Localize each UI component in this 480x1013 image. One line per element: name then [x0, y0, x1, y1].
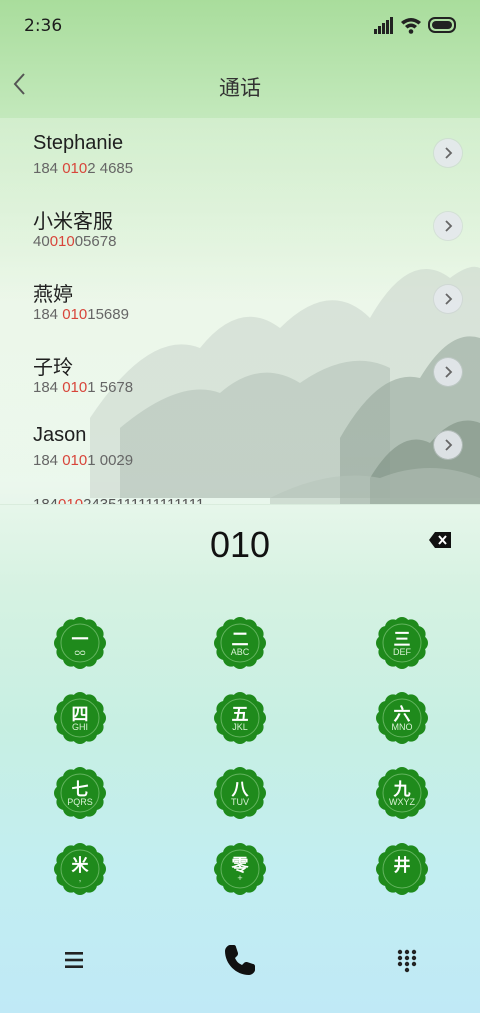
- chevron-right-icon: [445, 220, 453, 232]
- contact-row[interactable]: 燕婷 184 01015689: [0, 264, 480, 336]
- key-5-button[interactable]: 五 JKL: [214, 692, 266, 744]
- contact-row[interactable]: Jason 184 0101 0029: [0, 410, 480, 482]
- chevron-right-icon: [445, 439, 453, 451]
- key-hash-button[interactable]: 井: [376, 843, 428, 895]
- key-letters: WXYZ: [389, 797, 415, 807]
- key-6-button[interactable]: 六 MNO: [376, 692, 428, 744]
- key-char: 井: [393, 856, 411, 876]
- contact-detail-button[interactable]: [434, 285, 462, 313]
- contact-detail-button[interactable]: [434, 358, 462, 386]
- contact-name: 小米客服: [33, 211, 113, 233]
- key-letters: ABC: [230, 647, 250, 657]
- contact-number: 184 01015689: [33, 306, 129, 323]
- contact-row[interactable]: 小米客服 4001005678: [0, 191, 480, 263]
- contact-detail-button[interactable]: [434, 139, 462, 167]
- backspace-icon[interactable]: [428, 531, 452, 549]
- page-title: 通话: [219, 76, 261, 100]
- signal-icon: [374, 17, 393, 34]
- battery-icon: [428, 17, 456, 33]
- divider: [0, 504, 480, 505]
- wifi-icon: [401, 18, 421, 34]
- status-time: 2:36: [24, 16, 63, 36]
- contact-name: 燕婷: [33, 284, 73, 306]
- chevron-right-icon: [445, 293, 453, 305]
- chevron-right-icon: [445, 147, 453, 159]
- key-letters: GHI: [71, 722, 88, 732]
- dialed-number: 010: [209, 524, 271, 565]
- dialpad-icon[interactable]: [396, 948, 418, 974]
- contact-detail-button[interactable]: [434, 212, 462, 240]
- contact-name: Jason: [33, 424, 87, 446]
- contact-row[interactable]: Stephanie 184 0102 4685: [0, 118, 480, 190]
- key-7-button[interactable]: 七 PQRS: [54, 767, 106, 819]
- key-letters: DEF: [393, 647, 411, 657]
- key-letters: MNO: [391, 722, 413, 732]
- key-0-button[interactable]: 零 +: [214, 843, 266, 895]
- status-bar: 2:36: [0, 0, 480, 52]
- contact-number: 184 0101 5678: [33, 379, 134, 396]
- key-letters: ᴑᴑ: [74, 647, 86, 657]
- contact-number-partial[interactable]: 1840102435111111111111: [33, 496, 323, 504]
- contact-number: 184 0101 0029: [33, 452, 134, 469]
- key-9-button[interactable]: 九 WXYZ: [376, 767, 428, 819]
- phone-icon[interactable]: [222, 942, 258, 978]
- contact-row[interactable]: 子玲 184 0101 5678: [0, 337, 480, 409]
- contact-detail-button[interactable]: [434, 431, 462, 459]
- contact-list[interactable]: Stephanie 184 0102 4685 小米客服 4001005678 …: [0, 118, 480, 504]
- key-letters: +: [237, 873, 243, 883]
- key-4-button[interactable]: 四 GHI: [54, 692, 106, 744]
- key-letters: TUV: [231, 797, 249, 807]
- bottom-bar: [0, 930, 480, 990]
- key-2-button[interactable]: 二 ABC: [214, 617, 266, 669]
- contact-name: Stephanie: [33, 132, 124, 154]
- key-star-button[interactable]: 米,: [54, 843, 106, 895]
- header: 通话: [0, 60, 480, 110]
- contact-name: 子玲: [33, 357, 73, 379]
- chevron-right-icon: [445, 366, 453, 378]
- menu-icon[interactable]: [63, 950, 85, 970]
- contact-number: 184 0102 4685: [33, 160, 134, 177]
- key-letters: JKL: [232, 722, 248, 732]
- contact-number: 4001005678: [33, 233, 117, 250]
- key-8-button[interactable]: 八 TUV: [214, 767, 266, 819]
- key-1-button[interactable]: 一 ᴑᴑ: [54, 617, 106, 669]
- key-3-button[interactable]: 三 DEF: [376, 617, 428, 669]
- key-letters: ,: [78, 873, 82, 883]
- key-letters: PQRS: [67, 797, 93, 807]
